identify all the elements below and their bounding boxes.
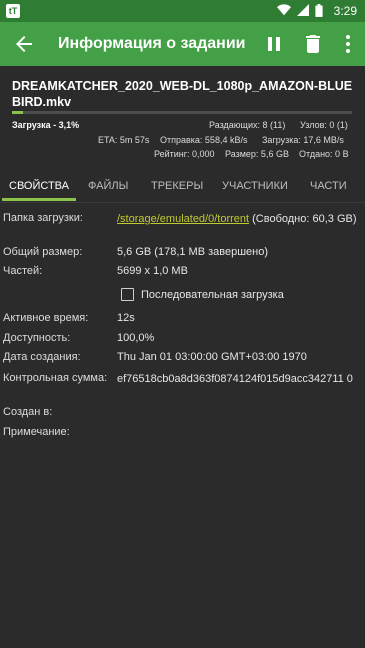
app-bar: Информация о задании — [0, 22, 365, 66]
parts-value: 5699 x 1,0 MB — [117, 265, 188, 277]
trash-icon[interactable] — [301, 32, 325, 56]
availability-label: Доступность: — [3, 332, 71, 344]
progress-fill — [12, 111, 23, 114]
checksum-value: ef76518cb0a8d363f0874124f015d9acc342711 … — [117, 373, 353, 385]
sequential-download-label[interactable]: Последовательная загрузка — [141, 289, 284, 301]
system-icons — [277, 4, 323, 17]
torrent-filename: DREAMKATCHER_2020_WEB-DL_1080p_AMAZON-BL… — [12, 79, 353, 109]
app-badge-icon: tT — [6, 4, 20, 18]
clock: 3:29 — [333, 4, 357, 18]
tab-pieces[interactable]: ЧАСТИ — [310, 180, 347, 192]
size: Размер: 5,6 GB — [225, 149, 289, 159]
creation-date-label: Дата создания: — [3, 351, 81, 363]
download-folder-value: /storage/emulated/0/torrent (Свободно: 6… — [117, 212, 361, 226]
back-arrow-icon[interactable] — [12, 32, 36, 56]
status-text: Загрузка - 3,1% — [12, 120, 80, 130]
divider — [0, 202, 365, 203]
more-vert-icon[interactable] — [336, 32, 360, 56]
active-tab-indicator — [2, 198, 76, 201]
battery-icon — [315, 4, 323, 17]
total-size-label: Общий размер: — [3, 246, 83, 258]
download-folder-label: Папка загрузки: — [3, 212, 83, 224]
eta: ETA: 5m 57s — [98, 135, 150, 145]
tab-trackers[interactable]: ТРЕКЕРЫ — [151, 180, 203, 192]
created-in-label: Создан в: — [3, 406, 53, 418]
tab-files[interactable]: ФАЙЛЫ — [88, 180, 128, 192]
availability-value: 100,0% — [117, 332, 155, 344]
seeders-count: Раздающих: 8 (11) — [209, 120, 286, 130]
upload-speed: Отправка: 558,4 kB/s — [160, 135, 248, 145]
checksum-label: Контрольная сумма: — [3, 372, 108, 384]
pause-icon[interactable] — [262, 32, 286, 56]
tab-peers[interactable]: УЧАСТНИКИ — [222, 180, 288, 192]
status-bar: tT 3:29 — [0, 0, 365, 22]
rating: Рейтинг: 0,000 — [154, 149, 215, 159]
download-speed: Загрузка: 17,6 MB/s — [262, 135, 344, 145]
sequential-download-checkbox[interactable] — [121, 288, 134, 301]
tab-properties[interactable]: СВОЙСТВА — [9, 180, 69, 192]
active-time-label: Активное время: — [3, 312, 89, 324]
total-size-value: 5,6 GB (178,1 MB завершено) — [117, 246, 269, 258]
free-space: (Свободно: 60,3 GB) — [249, 213, 357, 225]
note-label: Примечание: — [3, 426, 70, 438]
signal-icon — [297, 4, 309, 16]
parts-label: Частей: — [3, 265, 43, 277]
active-time-value: 12s — [117, 312, 135, 324]
wifi-icon — [277, 4, 291, 16]
uploaded-total: Отдано: 0 B — [299, 149, 349, 159]
page-title: Информация о задании — [58, 35, 246, 52]
progress-bar — [12, 111, 352, 114]
peers-count: Узлов: 0 (1) — [300, 120, 348, 130]
download-folder-link[interactable]: /storage/emulated/0/torrent — [117, 213, 249, 225]
creation-date-value: Thu Jan 01 03:00:00 GMT+03:00 1970 — [117, 351, 307, 363]
